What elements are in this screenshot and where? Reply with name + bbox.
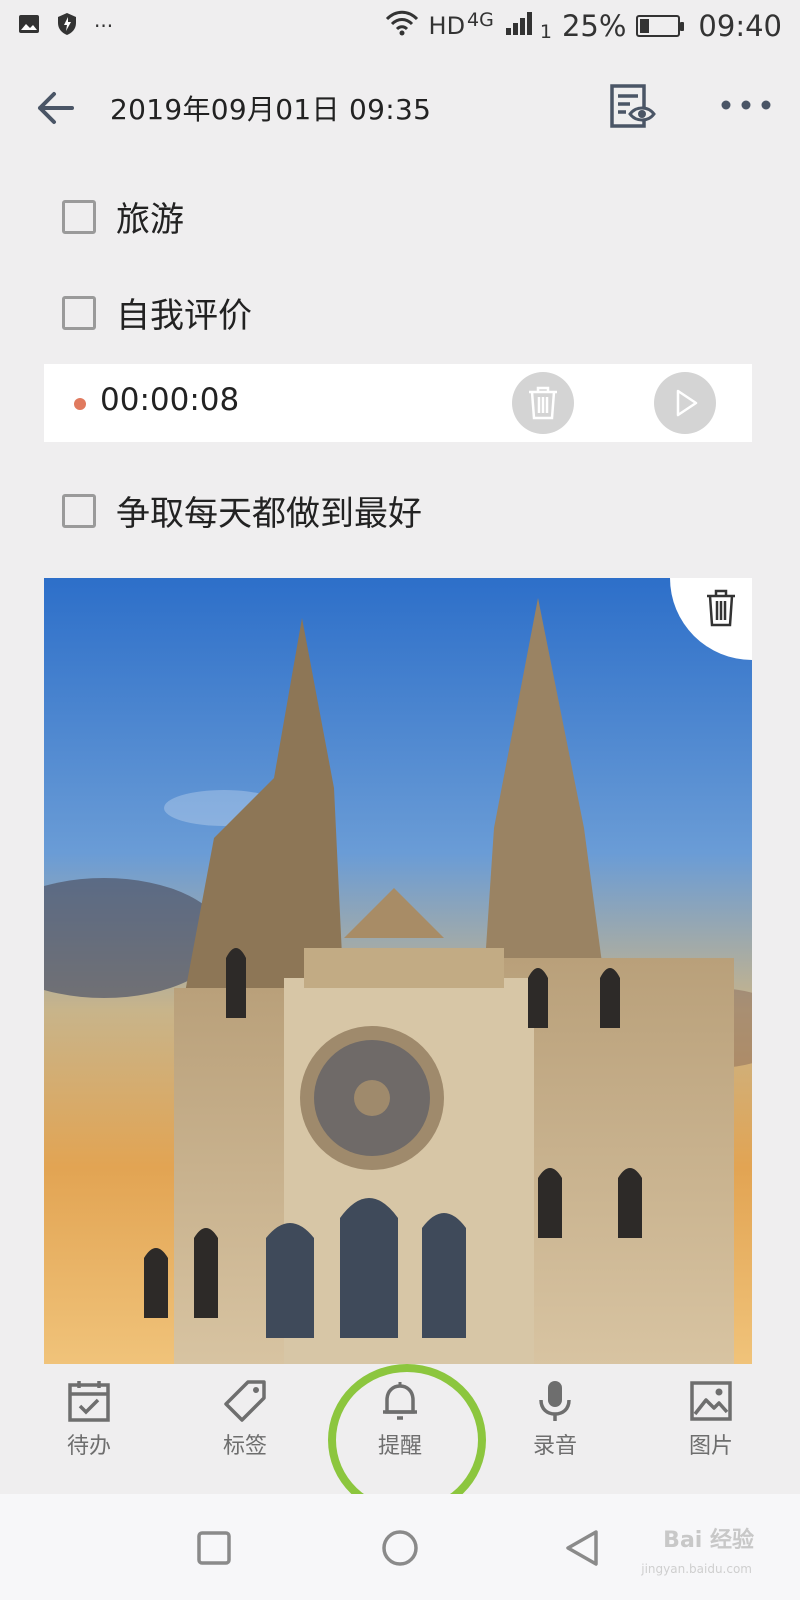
sim-indicator: 1: [539, 21, 552, 43]
square-icon: [197, 1531, 231, 1565]
network-type-label: HD: [428, 12, 466, 40]
preview-button[interactable]: [608, 82, 658, 132]
image-tool-button[interactable]: 图片: [656, 1378, 766, 1460]
tag-tool-button[interactable]: 标签: [190, 1378, 300, 1460]
tag-icon: [224, 1380, 266, 1422]
note-timestamp-title: 2019年09月01日 09:35: [110, 93, 432, 126]
home-button[interactable]: [375, 1524, 425, 1574]
circle-icon: [382, 1530, 418, 1566]
play-icon: [676, 389, 698, 417]
battery-fill: [640, 19, 650, 33]
todo-tool-button[interactable]: 待办: [34, 1378, 144, 1460]
triangle-back-icon: [566, 1530, 598, 1566]
recent-apps-button[interactable]: [190, 1524, 240, 1574]
document-preview-icon: [610, 84, 656, 128]
battery-icon: [636, 15, 685, 37]
checklist-item-label[interactable]: 自我评价: [116, 288, 252, 337]
more-dots-icon: [721, 100, 771, 110]
calendar-check-icon: [68, 1381, 110, 1422]
audio-duration: 00:00:08: [100, 382, 240, 418]
arrow-left-icon: [38, 92, 74, 124]
bell-icon: [383, 1382, 417, 1420]
watermark-logo: Bai 经验: [663, 1528, 754, 1553]
trash-icon: [707, 589, 735, 627]
play-audio-button[interactable]: [654, 372, 716, 434]
audio-recording-card: 00:00:08: [44, 364, 752, 442]
todo-checkbox[interactable]: [62, 295, 96, 330]
back-button[interactable]: [32, 84, 80, 132]
tool-label: 图片: [688, 1434, 733, 1459]
checklist-item-label[interactable]: 争取每天都做到最好: [116, 486, 422, 535]
checklist-item: 旅游: [62, 192, 184, 241]
tool-label: 待办: [66, 1434, 111, 1459]
editor-toolbar: 待办 标签 提醒 录音 图片: [0, 1368, 800, 1492]
attached-photo[interactable]: [44, 578, 752, 1364]
battery-percent: 25%: [561, 9, 627, 43]
cathedral-image: [44, 578, 752, 1364]
more-options-button[interactable]: [718, 90, 774, 120]
todo-checkbox[interactable]: [62, 199, 96, 234]
recording-dot-icon: [74, 398, 86, 410]
todo-checkbox[interactable]: [62, 493, 96, 528]
image-icon: [690, 1381, 732, 1421]
signal-icon: [504, 10, 538, 43]
network-gen-label: 4G: [467, 9, 494, 31]
record-tool-button[interactable]: 录音: [500, 1378, 610, 1460]
more-notifications-icon: ···: [94, 14, 114, 38]
tool-label: 提醒: [377, 1434, 422, 1459]
gallery-notification-icon: [18, 14, 40, 38]
delete-audio-button[interactable]: [512, 372, 574, 434]
checklist-item: 自我评价: [62, 288, 252, 337]
wifi-icon: [385, 10, 419, 43]
trash-icon: [529, 386, 557, 420]
security-shield-icon: [56, 12, 78, 40]
checklist-item: 争取每天都做到最好: [62, 486, 422, 535]
tool-label: 录音: [532, 1434, 577, 1459]
note-header: 2019年09月01日 09:35: [0, 60, 800, 152]
status-bar: ··· HD 4G 1 25% 09:40: [0, 0, 800, 52]
clock: 09:40: [698, 9, 782, 43]
system-nav-bar: Bai 经验 jingyan.baidu.com: [0, 1494, 800, 1600]
tool-label: 标签: [222, 1434, 267, 1459]
microphone-icon: [539, 1381, 571, 1421]
reminder-tool-button[interactable]: 提醒: [345, 1378, 455, 1460]
watermark-url: jingyan.baidu.com: [641, 1562, 752, 1576]
checklist-item-label[interactable]: 旅游: [116, 192, 184, 241]
back-nav-button[interactable]: [560, 1524, 610, 1574]
